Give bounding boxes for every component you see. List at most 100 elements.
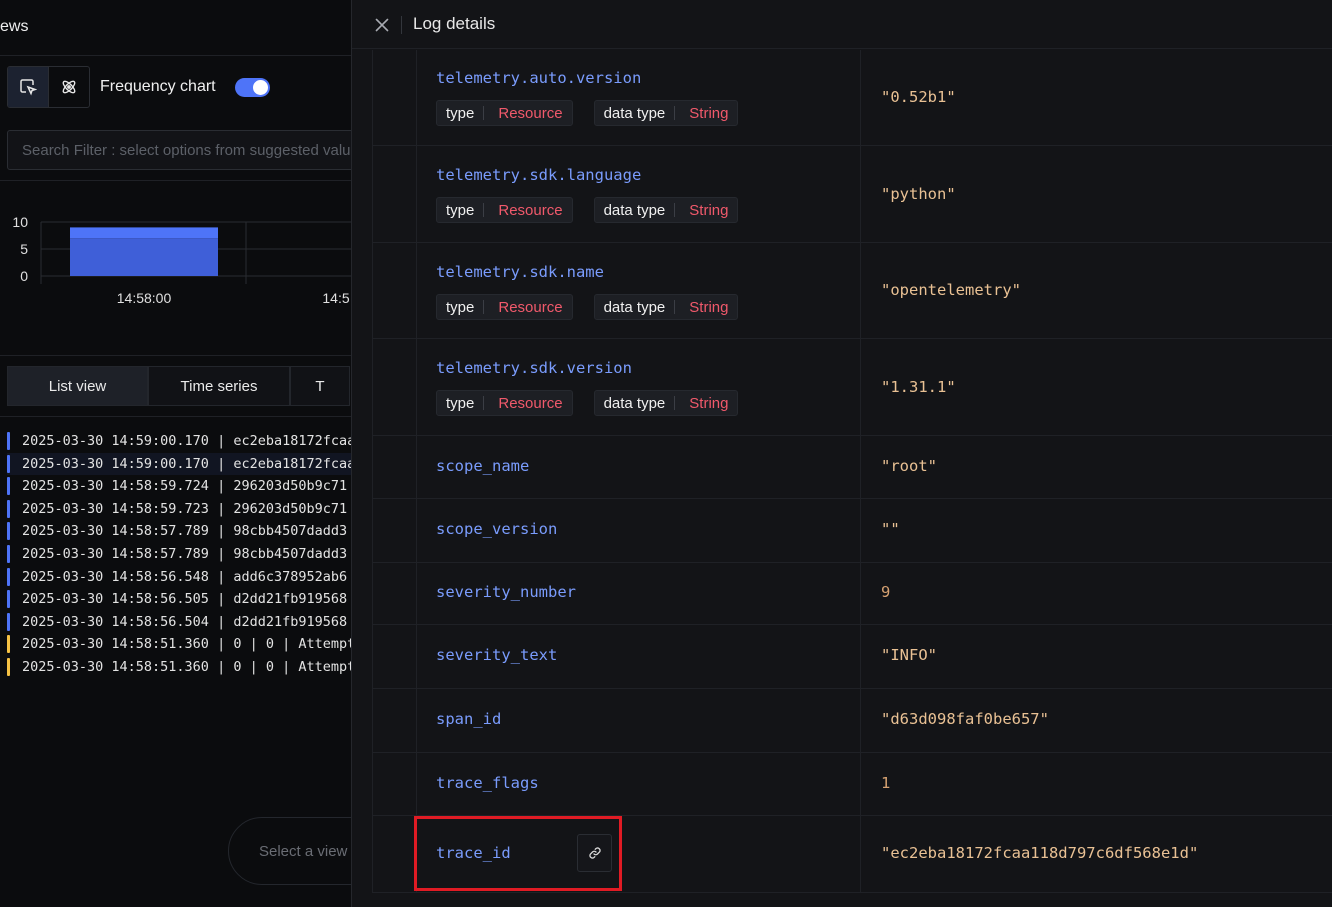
log-line-text: 2025-03-30 14:59:00.170 | ec2eba18172fca… — [22, 433, 352, 449]
data-type-tag: data type String — [593, 294, 739, 320]
log-line-text: 2025-03-30 14:59:00.170 | ec2eba18172fca… — [22, 455, 352, 472]
query-builder-button[interactable] — [49, 67, 90, 107]
severity-indicator — [7, 657, 10, 676]
log-details-drawer: Log details type Resource data type String t… — [351, 0, 1332, 907]
row-spacer-cell — [373, 339, 417, 435]
log-row[interactable]: 2025-03-30 14:58:57.789 | 98cbb4507dadd3 — [7, 543, 352, 566]
attribute-tags: type Resource data type String — [436, 294, 739, 320]
divider — [0, 55, 352, 56]
log-row[interactable]: 2025-03-30 14:59:00.170 | ec2eba18172fca… — [7, 430, 352, 453]
log-row[interactable]: 2025-03-30 14:58:57.789 | 98cbb4507dadd3 — [7, 520, 352, 543]
log-row[interactable]: 2025-03-30 14:58:59.723 | 296203d50b9c71 — [7, 498, 352, 521]
row-spacer-cell — [373, 146, 417, 242]
log-row[interactable]: 2025-03-30 14:58:59.724 | 296203d50b9c71 — [7, 475, 352, 498]
data-type-tag-value: String — [689, 394, 729, 412]
row-spacer-cell — [373, 50, 417, 145]
attribute-value: "" — [881, 520, 900, 538]
attribute-value: "opentelemetry" — [881, 281, 1021, 299]
type-tag-value: Resource — [498, 104, 563, 122]
log-row[interactable]: 2025-03-30 14:59:00.170 | ec2eba18172fca… — [7, 452, 352, 476]
data-type-tag-value: String — [689, 298, 729, 316]
attribute-row: scope_name "root" — [373, 436, 1332, 499]
attribute-value: "ec2eba18172fcaa118d797c6df568e1d" — [881, 843, 1199, 862]
select-mode-button[interactable] — [8, 67, 49, 107]
attribute-value: 1 — [881, 773, 891, 792]
log-row[interactable]: 2025-03-30 14:58:51.360 | 0 | 0 | Attemp… — [7, 633, 352, 656]
severity-indicator — [7, 432, 10, 450]
attribute-key-cell: scope_version — [417, 499, 861, 562]
severity-indicator — [7, 567, 10, 586]
attribute-key[interactable]: scope_name — [436, 457, 529, 475]
attribute-key[interactable]: trace_flags — [436, 774, 539, 792]
header-separator — [401, 16, 402, 34]
select-view-pill[interactable]: Select a view — [228, 817, 352, 885]
close-drawer-button[interactable] — [372, 15, 392, 35]
attribute-value: "INFO" — [881, 646, 937, 664]
y-tick-label: 5 — [20, 241, 28, 257]
cursor-select-icon — [20, 79, 37, 96]
divider — [0, 180, 352, 181]
log-row[interactable]: 2025-03-30 14:58:56.548 | add6c378952ab6 — [7, 566, 352, 589]
y-tick-label: 0 — [20, 268, 28, 284]
toggle-knob — [253, 80, 268, 95]
attribute-key[interactable]: severity_text — [436, 646, 557, 664]
attribute-key-cell: severity_text — [417, 625, 861, 688]
data-type-tag-label: data type — [603, 298, 666, 316]
row-spacer-cell — [373, 436, 417, 498]
search-filter[interactable] — [7, 130, 352, 170]
attribute-key[interactable]: telemetry.sdk.language — [436, 166, 641, 184]
drawer-header: Log details — [352, 0, 1332, 49]
attribute-key-cell: trace_flags — [417, 753, 861, 815]
log-row[interactable]: 2025-03-30 14:58:56.504 | d2dd21fb919568 — [7, 611, 352, 634]
page-title: ews — [0, 18, 29, 35]
log-line-text: 2025-03-30 14:58:56.548 | add6c378952ab6 — [22, 568, 348, 585]
y-tick-label: 10 — [12, 214, 28, 230]
log-line-text: 2025-03-30 14:58:57.789 | 98cbb4507dadd3 — [22, 545, 348, 562]
search-filter-input[interactable] — [8, 131, 352, 169]
attribute-value: "1.31.1" — [881, 377, 956, 396]
tab-list-view[interactable]: List view — [7, 366, 148, 406]
attribute-value: "python" — [881, 184, 956, 203]
row-spacer-cell — [373, 816, 417, 892]
type-tag: type Resource — [436, 294, 573, 320]
log-line-text: 2025-03-30 14:58:56.504 | d2dd21fb919568 — [22, 613, 348, 630]
frequency-chart-label: Frequency chart — [100, 78, 216, 95]
log-row[interactable]: 2025-03-30 14:58:56.505 | d2dd21fb919568 — [7, 588, 352, 611]
type-tag-value: Resource — [498, 298, 563, 316]
attribute-tags: type Resource data type String — [436, 197, 739, 223]
attribute-row: severity_text "INFO" — [373, 625, 1332, 689]
view-mode-toggle-group — [7, 66, 90, 108]
attribute-key[interactable]: telemetry.sdk.version — [436, 359, 632, 377]
x-tick-label: 14:58:00 — [117, 290, 172, 306]
severity-indicator — [7, 477, 10, 496]
log-row[interactable]: 2025-03-30 14:58:51.360 | 0 | 0 | Attemp… — [7, 656, 352, 679]
log-line-text: 2025-03-30 14:58:57.789 | 98cbb4507dadd3 — [22, 523, 348, 540]
attribute-key[interactable]: scope_version — [436, 520, 557, 538]
type-tag: type Resource — [436, 100, 573, 126]
attribute-key-cell: span_id — [417, 689, 861, 752]
divider — [0, 416, 352, 417]
attribute-key[interactable]: telemetry.auto.version — [436, 69, 641, 87]
data-type-tag-value: String — [689, 201, 729, 219]
type-tag-label: type — [446, 201, 475, 219]
log-line-text: 2025-03-30 14:58:51.360 | 0 | 0 | Attemp… — [22, 658, 352, 675]
data-type-tag: data type String — [593, 390, 739, 416]
select-view-text: Select a view — [259, 843, 348, 860]
attribute-key[interactable]: severity_number — [436, 583, 576, 601]
attribute-row: scope_version "" — [373, 499, 1332, 563]
type-tag: type Resource — [436, 197, 573, 223]
tab-time-series[interactable]: Time series — [148, 366, 290, 406]
data-type-tag-label: data type — [603, 201, 666, 219]
x-tick-label: 14:5 — [322, 290, 349, 306]
frequency-chart-toggle[interactable] — [235, 78, 270, 97]
type-tag-value: Resource — [498, 394, 563, 412]
attribute-key[interactable]: telemetry.sdk.name — [436, 263, 604, 281]
data-type-tag: data type String — [593, 197, 739, 223]
attribute-tags: type Resource data type String — [436, 100, 739, 126]
attribute-key[interactable]: span_id — [436, 710, 501, 728]
bar-segment-1 — [70, 227, 218, 239]
tab-t[interactable]: T — [290, 366, 350, 406]
data-type-tag-label: data type — [603, 104, 666, 122]
severity-indicator — [7, 522, 10, 541]
attribute-row: type Resource data type String telemetry.sdk… — [373, 339, 1332, 436]
